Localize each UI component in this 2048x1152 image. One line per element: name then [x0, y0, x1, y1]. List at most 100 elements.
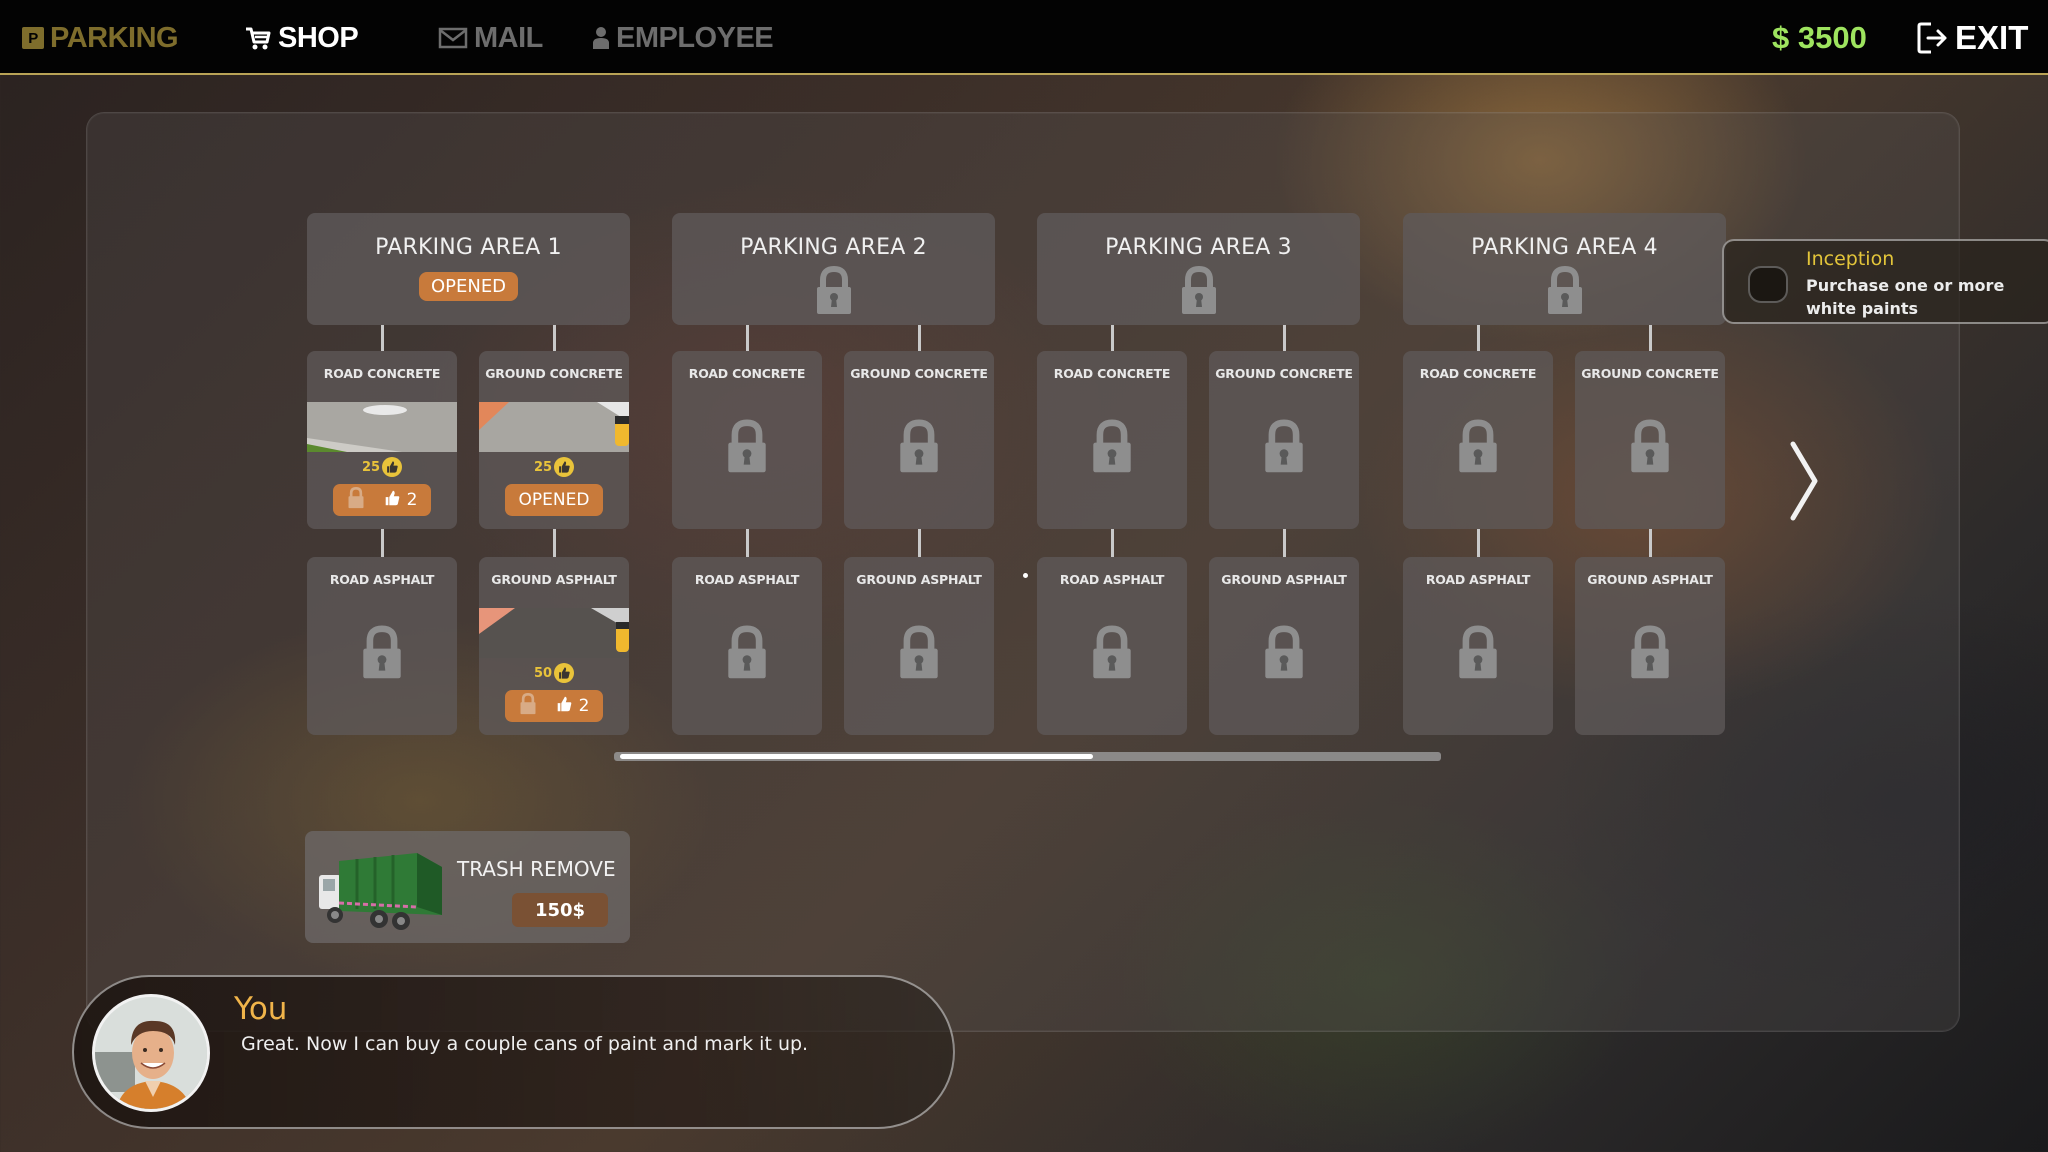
- mail-icon: [438, 27, 468, 49]
- likes-reward: 50: [479, 663, 629, 683]
- area-title: PARKING AREA 1: [375, 235, 562, 260]
- area-1-road-concrete-card[interactable]: ROAD CONCRETE 25 2: [307, 351, 457, 529]
- parking-area-3-header[interactable]: PARKING AREA 3: [1037, 213, 1360, 325]
- unlock-cost: 2: [578, 696, 590, 716]
- lock-icon: [347, 486, 365, 514]
- area-1-ground-asphalt-card[interactable]: GROUND ASPHALT 50 2: [479, 557, 629, 735]
- material-title: GROUND CONCRETE: [485, 366, 623, 381]
- area-2-ground-concrete-card[interactable]: GROUND CONCRETE: [844, 351, 994, 529]
- unlock-button[interactable]: 2: [333, 484, 431, 516]
- thumbs-up-icon: [555, 695, 573, 718]
- lock-icon: [897, 419, 941, 479]
- tree-connector: [1477, 529, 1480, 557]
- material-preview-image: [307, 402, 457, 452]
- nav-tab-mail[interactable]: MAIL: [438, 18, 543, 58]
- likes-reward: 25: [307, 457, 457, 477]
- scrollbar-thumb[interactable]: [620, 754, 1093, 759]
- area-4-road-concrete-card[interactable]: ROAD CONCRETE: [1403, 351, 1553, 529]
- area-3-road-asphalt-card[interactable]: ROAD ASPHALT: [1037, 557, 1187, 735]
- lock-icon: [1545, 265, 1585, 320]
- person-icon: [593, 27, 609, 49]
- next-page-chevron-icon[interactable]: [1785, 438, 1825, 524]
- tree-connector: [553, 325, 556, 351]
- tree-connector: [381, 529, 384, 557]
- lock-icon: [360, 625, 404, 685]
- area-2-road-concrete-card[interactable]: ROAD CONCRETE: [672, 351, 822, 529]
- tree-connector: [918, 529, 921, 557]
- dialog-text: Great. Now I can buy a couple cans of pa…: [241, 1033, 809, 1055]
- material-title: ROAD CONCRETE: [1419, 366, 1537, 381]
- parking-icon: P: [22, 27, 44, 49]
- tree-connector: [1283, 325, 1286, 351]
- speaker-name: You: [234, 991, 288, 1027]
- area-opened-badge: OPENED: [418, 272, 519, 301]
- tree-connector: [746, 529, 749, 557]
- lock-icon: [1090, 419, 1134, 479]
- unlock-cost: 2: [406, 490, 418, 510]
- material-title: GROUND ASPHALT: [491, 572, 617, 587]
- area-title: PARKING AREA 4: [1471, 235, 1658, 260]
- money-display: $ 3500: [1772, 20, 1867, 55]
- area-1-ground-concrete-card[interactable]: GROUND CONCRETE 25 OPENED: [479, 351, 629, 529]
- area-3-ground-asphalt-card[interactable]: GROUND ASPHALT: [1209, 557, 1359, 735]
- area-3-ground-concrete-card[interactable]: GROUND CONCRETE: [1209, 351, 1359, 529]
- area-2-ground-asphalt-card[interactable]: GROUND ASPHALT: [844, 557, 994, 735]
- nav-tab-label: PARKING: [50, 21, 179, 54]
- material-title: ROAD ASPHALT: [1059, 572, 1165, 587]
- nav-tab-shop[interactable]: SHOP: [244, 18, 359, 58]
- tree-connector: [918, 325, 921, 351]
- area-4-road-asphalt-card[interactable]: ROAD ASPHALT: [1403, 557, 1553, 735]
- parking-area-2-header[interactable]: PARKING AREA 2: [672, 213, 995, 325]
- material-title: ROAD CONCRETE: [688, 366, 806, 381]
- trash-remove-title: TRASH REMOVE: [457, 857, 616, 881]
- achievement-description: Purchase one or more white paints: [1806, 276, 2005, 318]
- lock-icon: [519, 692, 537, 720]
- material-title: ROAD CONCRETE: [323, 366, 441, 381]
- material-title: ROAD ASPHALT: [1425, 572, 1531, 587]
- tree-connector: [1477, 325, 1480, 351]
- nav-tab-employee[interactable]: EMPLOYEE: [592, 18, 774, 58]
- nav-tab-parking[interactable]: P PARKING: [22, 18, 179, 58]
- exit-button[interactable]: EXIT: [1917, 18, 2028, 58]
- thumbs-up-icon: [554, 457, 575, 477]
- exit-label: EXIT: [1955, 19, 2029, 56]
- dialog-box[interactable]: You Great. Now I can buy a couple cans o…: [72, 975, 955, 1129]
- speaker-avatar: [92, 994, 210, 1112]
- trash-remove-price-button[interactable]: 150$: [512, 893, 608, 927]
- tree-connector: [1111, 529, 1114, 557]
- trash-remove-card[interactable]: TRASH REMOVE 150$: [305, 831, 630, 943]
- tree-connector: [381, 325, 384, 351]
- likes-reward: 25: [479, 457, 629, 477]
- material-preview-image: [479, 402, 629, 452]
- area-2-road-asphalt-card[interactable]: ROAD ASPHALT: [672, 557, 822, 735]
- achievement-checkbox-icon: [1748, 266, 1788, 303]
- achievement-popup: Inception Purchase one or more white pai…: [1722, 239, 2048, 324]
- likes-count: 50: [533, 665, 553, 681]
- material-title: GROUND ASPHALT: [1587, 572, 1713, 587]
- avatar-portrait-icon: [95, 997, 207, 1109]
- parking-area-1-header[interactable]: PARKING AREA 1 OPENED: [307, 213, 630, 325]
- material-title: ROAD ASPHALT: [329, 572, 435, 587]
- material-title: ROAD CONCRETE: [1053, 366, 1171, 381]
- lock-icon: [1456, 625, 1500, 685]
- parking-area-4-header[interactable]: PARKING AREA 4: [1403, 213, 1726, 325]
- area-1-road-asphalt-card[interactable]: ROAD ASPHALT: [307, 557, 457, 735]
- lock-icon: [1090, 625, 1134, 685]
- horizontal-scrollbar[interactable]: [614, 752, 1441, 761]
- thumbs-up-icon: [382, 457, 403, 477]
- nav-tab-label: EMPLOYEE: [616, 21, 774, 54]
- area-4-ground-concrete-card[interactable]: GROUND CONCRETE: [1575, 351, 1725, 529]
- material-title: GROUND CONCRETE: [850, 366, 988, 381]
- tree-connector: [1111, 325, 1114, 351]
- unlock-button[interactable]: 2: [505, 690, 603, 722]
- material-preview-image: [479, 608, 629, 658]
- material-title: GROUND ASPHALT: [856, 572, 982, 587]
- lock-icon: [1628, 625, 1672, 685]
- lock-icon: [1456, 419, 1500, 479]
- area-3-road-concrete-card[interactable]: ROAD CONCRETE: [1037, 351, 1187, 529]
- area-4-ground-asphalt-card[interactable]: GROUND ASPHALT: [1575, 557, 1725, 735]
- nav-tab-label: SHOP: [278, 21, 359, 54]
- lock-icon: [725, 625, 769, 685]
- material-title: GROUND CONCRETE: [1215, 366, 1353, 381]
- thumbs-up-icon: [383, 489, 401, 512]
